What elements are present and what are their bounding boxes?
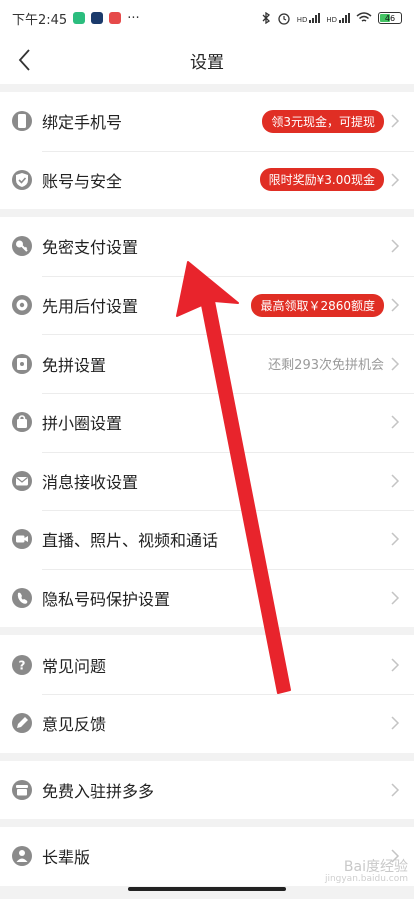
gear-badge-icon bbox=[12, 295, 32, 316]
chevron-right-icon bbox=[391, 239, 400, 254]
chevron-right-icon bbox=[391, 357, 400, 371]
settings-row-label: 隐私号码保护设置 bbox=[42, 590, 171, 610]
more-notifications: ··· bbox=[127, 10, 140, 26]
settings-row-label: 消息接收设置 bbox=[42, 472, 139, 492]
settings-row[interactable]: 隐私号码保护设置 bbox=[0, 568, 414, 628]
settings-group: 免密支付设置 先用后付设置 最高领取￥2860额度免拼设置 还剩293次免拼机会拼小圈… bbox=[0, 217, 414, 628]
settings-row[interactable]: 免费入驻拼多多 bbox=[0, 761, 414, 820]
key-icon bbox=[12, 236, 32, 257]
chevron-right-icon bbox=[391, 783, 400, 797]
settings-row-label: 免密支付设置 bbox=[42, 238, 139, 258]
pencil-icon bbox=[12, 713, 32, 734]
settings-row-trailing: 限时奖励¥3.00现金 bbox=[259, 168, 400, 192]
settings-row-label: 账号与安全 bbox=[42, 171, 123, 191]
settings-row[interactable]: 消息接收设置 bbox=[0, 451, 414, 511]
settings-row-trailing bbox=[384, 657, 400, 673]
status-bar: 下午2:45 ··· HD HD 46 bbox=[0, 0, 414, 36]
settings-row-label: 长辈版 bbox=[42, 848, 91, 868]
settings-row-label: 直播、照片、视频和通话 bbox=[42, 531, 219, 551]
bluetooth-icon bbox=[262, 12, 270, 24]
settings-row-label: 免拼设置 bbox=[42, 355, 107, 375]
app-notification-icon bbox=[109, 12, 122, 24]
app-notification-icon bbox=[91, 12, 104, 24]
hint-text: 还剩293次免拼机会 bbox=[268, 358, 384, 374]
shield-check-icon bbox=[12, 169, 32, 190]
question-icon: ? bbox=[12, 654, 32, 675]
settings-row-label: 免费入驻拼多多 bbox=[42, 781, 155, 801]
settings-row-trailing: 最高领取￥2860额度 bbox=[251, 293, 400, 317]
settings-row[interactable]: 拼小圈设置 bbox=[0, 392, 414, 452]
phone-icon bbox=[12, 111, 32, 132]
chevron-left-icon bbox=[18, 49, 30, 71]
promo-badge: 限时奖励¥3.00现金 bbox=[259, 168, 384, 192]
settings-row-trailing bbox=[384, 782, 400, 798]
app-notification-icon bbox=[73, 12, 86, 24]
signal-icon: HD bbox=[326, 12, 350, 24]
chevron-right-icon bbox=[391, 532, 400, 546]
chevron-right-icon bbox=[391, 114, 400, 128]
settings-row[interactable]: 账号与安全 限时奖励¥3.00现金 bbox=[0, 150, 414, 210]
page-title: 设置 bbox=[190, 52, 224, 73]
settings-list: 绑定手机号 领3元现金，可提现 账号与安全 限时奖励¥3.00现金 免密支付设置 先用后付… bbox=[0, 92, 414, 894]
store-icon bbox=[12, 779, 32, 800]
home-indicator[interactable] bbox=[128, 887, 286, 891]
settings-group: 绑定手机号 领3元现金，可提现账号与安全 限时奖励¥3.00现金 bbox=[0, 92, 414, 210]
mail-icon bbox=[12, 470, 32, 491]
status-time: 下午2:45 bbox=[12, 12, 68, 28]
settings-row-trailing: 还剩293次免拼机会 bbox=[268, 354, 400, 373]
settings-group: 免费入驻拼多多 bbox=[0, 760, 414, 820]
settings-row[interactable]: 免密支付设置 bbox=[0, 217, 414, 276]
settings-row[interactable]: 绑定手机号 领3元现金，可提现 bbox=[0, 92, 414, 151]
settings-row-trailing bbox=[384, 715, 400, 731]
wifi-icon bbox=[356, 12, 372, 22]
settings-row[interactable]: ? 常见问题 bbox=[0, 635, 414, 694]
svg-text:?: ? bbox=[19, 658, 26, 672]
chevron-right-icon bbox=[391, 474, 400, 488]
settings-row-trailing bbox=[384, 473, 400, 489]
chevron-right-icon bbox=[391, 298, 400, 312]
alarm-icon bbox=[278, 13, 290, 25]
chevron-right-icon bbox=[391, 173, 400, 187]
settings-row-label: 意见反馈 bbox=[42, 715, 107, 735]
battery-icon: 46 bbox=[378, 12, 402, 24]
settings-row-label: 先用后付设置 bbox=[42, 297, 139, 317]
signal-icon: HD bbox=[297, 12, 321, 24]
settings-row[interactable]: 先用后付设置 最高领取￥2860额度 bbox=[0, 275, 414, 335]
settings-row-label: 拼小圈设置 bbox=[42, 414, 123, 434]
video-camera-icon bbox=[12, 529, 32, 550]
settings-row-trailing bbox=[384, 414, 400, 430]
settings-group: ? 常见问题意见反馈 bbox=[0, 635, 414, 753]
promo-badge: 领3元现金，可提现 bbox=[262, 109, 384, 133]
ticket-icon bbox=[12, 353, 32, 374]
chevron-right-icon bbox=[391, 415, 400, 429]
settings-row-trailing bbox=[384, 238, 400, 254]
person-icon bbox=[12, 846, 32, 867]
back-button[interactable] bbox=[10, 46, 38, 74]
bag-icon bbox=[12, 412, 32, 433]
watermark: Bai度经验 jingyan.baidu.com bbox=[324, 858, 408, 885]
settings-row[interactable]: 直播、照片、视频和通话 bbox=[0, 510, 414, 569]
phone-shield-icon bbox=[12, 588, 32, 609]
settings-row-label: 常见问题 bbox=[42, 656, 107, 676]
nav-bar: 设置 bbox=[0, 36, 414, 84]
promo-badge: 最高领取￥2860额度 bbox=[251, 293, 384, 317]
settings-row-trailing: 领3元现金，可提现 bbox=[262, 109, 400, 133]
settings-row-trailing bbox=[384, 590, 400, 606]
settings-row-label: 绑定手机号 bbox=[42, 113, 123, 133]
settings-row-trailing bbox=[384, 531, 400, 547]
chevron-right-icon bbox=[391, 716, 400, 730]
chevron-right-icon bbox=[391, 591, 400, 605]
chevron-right-icon bbox=[391, 658, 400, 672]
settings-row[interactable]: 意见反馈 bbox=[0, 693, 414, 753]
settings-row[interactable]: 免拼设置 还剩293次免拼机会 bbox=[0, 334, 414, 393]
